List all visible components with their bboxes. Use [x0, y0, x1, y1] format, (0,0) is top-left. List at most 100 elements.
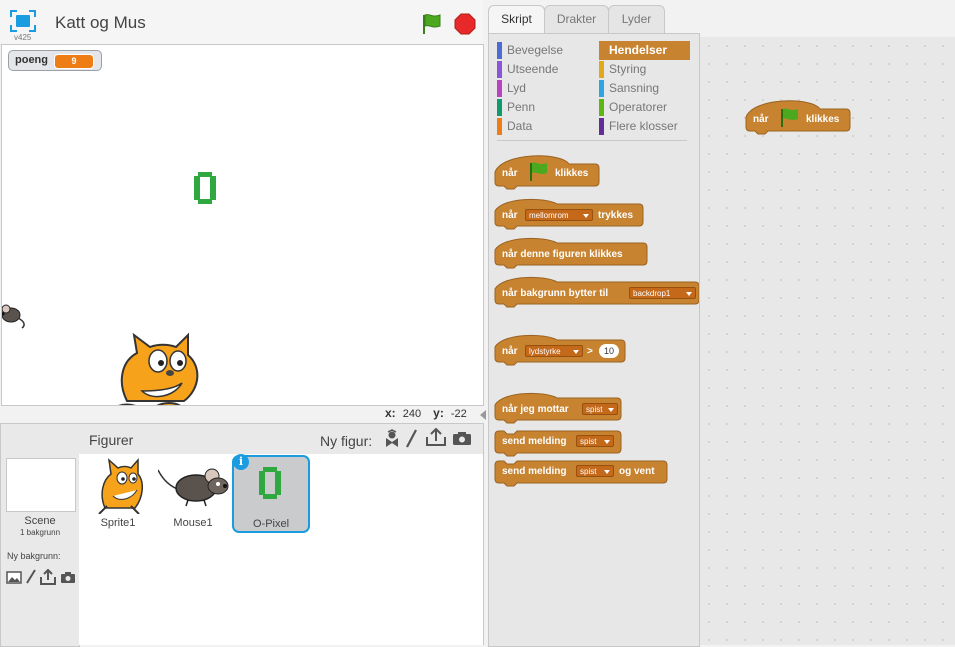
block-when-i-receive[interactable]: når jeg mottar spist [494, 391, 622, 424]
block-when-key-pressed[interactable]: når mellomrom trykkes [494, 197, 644, 230]
block-broadcast-and-wait[interactable]: send melding spist og vent [494, 460, 668, 487]
category-more-blocks[interactable]: Flere klosser [599, 117, 690, 136]
new-sprite-label: Ny figur: [320, 433, 373, 449]
category-events[interactable]: Hendelser [599, 41, 690, 60]
scene-backdrop-count: 1 bakgrunn [19, 528, 61, 537]
editor-tabs: Skript Drakter Lyder [487, 0, 955, 35]
block-when-backdrop-switches[interactable]: når bakgrunn bytter til backdrop1 [494, 275, 700, 308]
backdrop-library-icon[interactable] [6, 571, 22, 589]
script-area[interactable]: når klikkes [699, 37, 955, 645]
category-color [599, 80, 604, 97]
category-label: Operatorer [609, 100, 668, 114]
category-sensing[interactable]: Sansning [599, 79, 690, 98]
block-text: når [502, 346, 518, 357]
mouse-sprite[interactable] [2, 301, 28, 334]
green-flag-icon[interactable] [420, 12, 444, 41]
block-palette: Bevegelse Utseende Lyd Penn Data Hendels… [488, 33, 700, 647]
block-when-loudness[interactable]: når lydstyrke > 10 [494, 333, 626, 366]
category-operators[interactable]: Operatorer [599, 98, 690, 117]
category-looks[interactable]: Utseende [497, 60, 597, 79]
category-color [599, 61, 604, 78]
collapse-stage-icon[interactable] [479, 408, 487, 420]
new-backdrop-label: Ny bakgrunn: [7, 551, 61, 561]
sprite-tile-sprite1[interactable]: Sprite1 [81, 456, 155, 530]
block-text: send melding [502, 466, 567, 477]
category-label: Styring [609, 62, 647, 76]
o-pixel-sprite[interactable] [192, 170, 218, 211]
tab-sounds[interactable]: Lyder [608, 5, 665, 33]
green-flag-icon [530, 162, 547, 181]
variable-name: poeng [15, 54, 48, 66]
category-color [497, 118, 502, 135]
sprite-name: Mouse1 [173, 517, 213, 529]
block-text: trykkes [598, 210, 634, 221]
sprite-library-icon[interactable] [383, 429, 401, 454]
variable-monitor[interactable]: poeng 9 [8, 50, 102, 71]
category-motion[interactable]: Bevegelse [497, 41, 597, 60]
paint-sprite-icon[interactable] [405, 429, 417, 454]
key-dropdown[interactable]: mellomrom [525, 209, 593, 221]
sprites-title: Figurer [89, 432, 134, 448]
x-value: 240 [402, 408, 422, 420]
stop-icon[interactable] [454, 13, 476, 40]
x-label: x: [385, 406, 396, 420]
category-label: Bevegelse [507, 43, 564, 57]
message-dropdown[interactable]: spist [576, 465, 614, 477]
block-text: når bakgrunn bytter til [502, 288, 609, 299]
category-control[interactable]: Styring [599, 60, 690, 79]
scene-panel: Scene 1 bakgrunn Ny bakgrunn: [0, 423, 80, 647]
sensor-dropdown[interactable]: lydstyrke [525, 345, 583, 357]
message-dropdown[interactable]: spist [582, 403, 618, 415]
message-dropdown[interactable]: spist [576, 435, 614, 447]
script-block-when-flag-clicked[interactable]: når klikkes [745, 97, 851, 135]
scene-label: Scene [24, 515, 56, 527]
stage-header: v425 Katt og Mus [0, 0, 483, 45]
category-label: Flere klosser [609, 119, 678, 133]
block-text: når denne figuren klikkes [502, 249, 623, 260]
block-operator: > [587, 346, 593, 357]
category-color [497, 99, 502, 116]
paint-backdrop-icon[interactable] [25, 569, 37, 590]
backdrop-dropdown[interactable]: backdrop1 [629, 287, 696, 299]
category-color [599, 118, 604, 135]
block-text: når [753, 114, 769, 125]
green-flag-icon [781, 108, 798, 127]
camera-backdrop-icon[interactable] [60, 571, 76, 589]
category-label: Penn [507, 100, 536, 114]
category-color [497, 80, 502, 97]
upload-sprite-icon[interactable] [426, 427, 446, 451]
category-pen[interactable]: Penn [497, 98, 597, 117]
scene-thumbnail[interactable] [6, 458, 76, 512]
block-text: klikkes [806, 114, 840, 125]
sprites-header: Figurer Ny figur: [79, 423, 484, 456]
category-sound[interactable]: Lyd [497, 79, 597, 98]
stage-canvas[interactable]: poeng 9 [1, 44, 484, 406]
cat-sprite[interactable] [102, 331, 202, 405]
block-text: når [502, 168, 518, 179]
sprite-name: Sprite1 [100, 517, 136, 529]
block-when-sprite-clicked[interactable]: når denne figuren klikkes [494, 236, 648, 269]
variable-value: 9 [54, 54, 94, 69]
block-when-flag-clicked[interactable]: når klikkes [494, 152, 600, 190]
category-color [497, 61, 502, 78]
category-label: Utseende [507, 62, 559, 76]
category-label: Hendelser [609, 43, 668, 57]
fullscreen-toggle-icon[interactable] [10, 10, 36, 32]
project-title: Katt og Mus [55, 13, 146, 32]
category-label: Data [507, 119, 533, 133]
category-color [497, 42, 502, 59]
category-color [599, 99, 604, 116]
threshold-input[interactable]: 10 [599, 344, 619, 358]
tab-scripts[interactable]: Skript [488, 5, 545, 35]
sprite-tile-mouse1[interactable]: Mouse1 [156, 456, 230, 530]
sprite-list: Sprite1 Mouse1 O-Pixel i [79, 454, 484, 645]
block-broadcast[interactable]: send melding spist [494, 430, 622, 457]
sprite-name: O-Pixel [252, 518, 290, 530]
camera-sprite-icon[interactable] [452, 431, 472, 451]
version-label: v425 [14, 33, 32, 42]
info-icon[interactable]: i [233, 454, 249, 470]
block-text: klikkes [555, 168, 589, 179]
upload-backdrop-icon[interactable] [40, 568, 56, 590]
tab-costumes[interactable]: Drakter [544, 5, 609, 33]
category-data[interactable]: Data [497, 117, 597, 136]
